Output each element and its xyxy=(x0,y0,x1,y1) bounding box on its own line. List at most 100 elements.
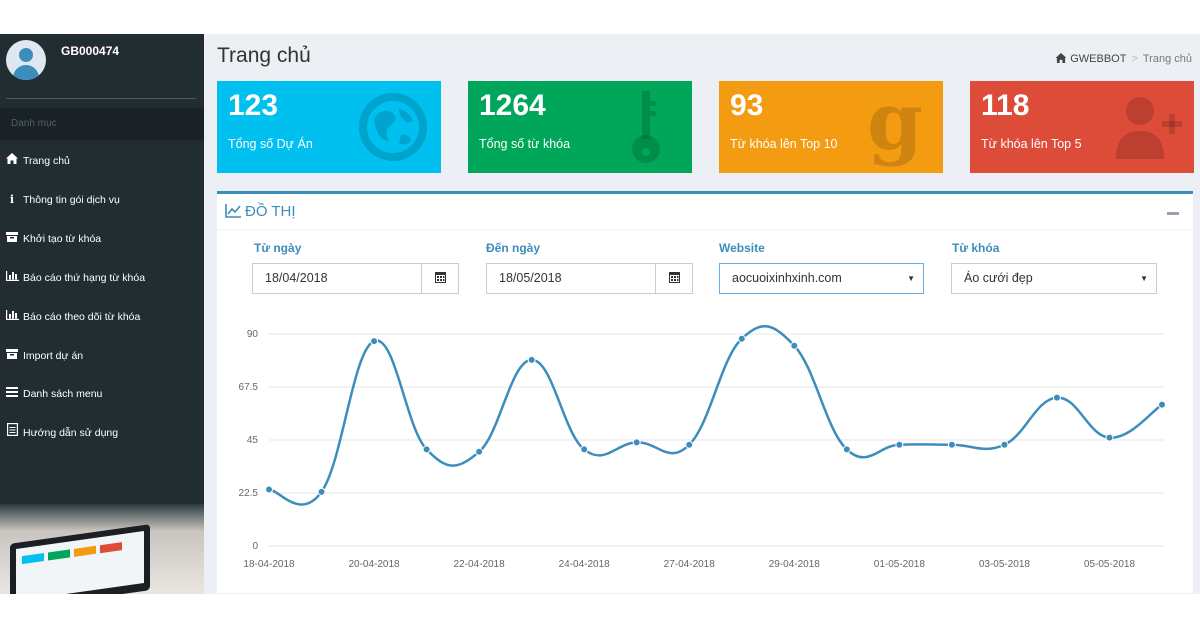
data-point xyxy=(527,355,536,364)
sidebar-item-label: Báo cáo thứ hạng từ khóa xyxy=(23,272,146,284)
user-panel: GB000474 xyxy=(0,34,204,98)
sidebar-item-import-project[interactable]: Import dự án xyxy=(0,343,204,369)
stat-value: 123 xyxy=(228,89,279,122)
keyword-select[interactable]: Áo cưới đẹp ▼ xyxy=(951,263,1157,294)
page-title: Trang chủ xyxy=(217,44,311,67)
sidebar-item-label: Khởi tạo từ khóa xyxy=(23,233,102,245)
data-point xyxy=(1000,440,1009,449)
line-chart: 0 22.5 45 67.5 90 18-04-2018 20-04-2018 22-04-2… xyxy=(239,324,1166,570)
stat-label: Tổng số từ khóa xyxy=(479,137,571,151)
to-date-value: 18/05/2018 xyxy=(499,271,562,285)
avatar[interactable] xyxy=(6,40,46,80)
to-date-label: Đến ngày xyxy=(486,241,541,255)
from-date-value: 18/04/2018 xyxy=(265,271,328,285)
data-point xyxy=(580,445,589,454)
website-select[interactable]: aocuoixinhxinh.com ▼ xyxy=(719,263,924,294)
series-line xyxy=(268,324,1163,506)
chart-box: ĐỒ THỊ Từ ngày 18/04/2018 Đến ngày 18/05… xyxy=(217,191,1193,593)
sidebar-item-label: Danh sách menu xyxy=(23,388,103,400)
stat-label: Tổng số Dự Án xyxy=(228,137,313,151)
x-tick-label: 20-04-2018 xyxy=(348,559,400,570)
sidebar-item-label: Báo cáo theo dõi từ khóa xyxy=(23,311,141,323)
sidebar-item-label: Hướng dẫn sử dụng xyxy=(23,427,119,439)
data-point xyxy=(317,487,326,496)
data-point xyxy=(1052,393,1061,402)
data-point xyxy=(632,438,641,447)
add-user-icon xyxy=(1116,97,1182,159)
sidebar: GB000474 Danh mục Trang chủ i Thông tin g… xyxy=(0,34,204,594)
sidebar-item-label: Import dự án xyxy=(23,350,84,362)
main-content: Trang chủ GWEBBOT > Trang chủ 123 Tổng số … xyxy=(204,34,1200,594)
stat-box-top10[interactable]: 93 Từ khóa lên Top 10 g xyxy=(719,81,943,173)
stat-label: Từ khóa lên Top 5 xyxy=(981,137,1082,151)
archive-icon xyxy=(5,343,19,369)
data-point xyxy=(422,445,431,454)
breadcrumb-home-link[interactable]: GWEBBOT xyxy=(1070,53,1126,65)
from-date-label: Từ ngày xyxy=(254,241,302,255)
x-tick-label: 24-04-2018 xyxy=(559,559,611,570)
website-value: aocuoixinhxinh.com xyxy=(732,271,842,285)
sidebar-item-label: Trang chủ xyxy=(23,155,70,167)
y-tick-label: 0 xyxy=(252,541,258,552)
sidebar-item-label: Thông tin gói dịch vụ xyxy=(23,194,120,206)
keyword-value: Áo cưới đẹp xyxy=(964,271,1033,285)
website-label: Website xyxy=(719,241,765,255)
stat-box-projects[interactable]: 123 Tổng số Dự Án xyxy=(217,81,441,173)
data-point xyxy=(475,447,484,456)
from-date-input[interactable]: 18/04/2018 xyxy=(252,263,459,294)
breadcrumb-current: Trang chủ xyxy=(1142,53,1192,65)
data-point xyxy=(947,440,956,449)
svg-text:g: g xyxy=(867,87,923,167)
sidebar-item-home[interactable]: Trang chủ xyxy=(0,148,204,174)
keyword-label: Từ khóa xyxy=(952,241,1000,255)
data-point xyxy=(842,445,851,454)
collapse-button[interactable] xyxy=(1167,212,1179,215)
data-point xyxy=(1105,433,1114,442)
line-chart-icon xyxy=(225,204,241,218)
username: GB000474 xyxy=(61,44,120,58)
divider xyxy=(6,98,196,99)
sidebar-item-create-keyword[interactable]: Khởi tạo từ khóa xyxy=(0,226,204,252)
data-point xyxy=(737,334,746,343)
data-point xyxy=(1158,400,1166,409)
x-tick-label: 01-05-2018 xyxy=(874,559,926,570)
y-tick-label: 45 xyxy=(247,435,259,446)
calendar-icon[interactable] xyxy=(421,264,458,293)
google-icon: g xyxy=(867,87,923,167)
stat-box-top5[interactable]: 118 Từ khóa lên Top 5 xyxy=(970,81,1194,173)
data-point xyxy=(685,440,694,449)
x-tick-label: 22-04-2018 xyxy=(454,559,506,570)
breadcrumb: GWEBBOT > Trang chủ xyxy=(1055,53,1192,65)
x-tick-label: 03-05-2018 xyxy=(979,559,1031,570)
dropdown-arrow-icon: ▼ xyxy=(1140,274,1148,283)
calendar-icon[interactable] xyxy=(655,264,692,293)
document-icon xyxy=(5,420,19,446)
stat-value: 118 xyxy=(981,89,1030,122)
sidebar-laptop-image xyxy=(0,504,204,594)
sidebar-item-guide[interactable]: Hướng dẫn sử dụng xyxy=(0,420,204,446)
y-tick-label: 67.5 xyxy=(239,382,259,393)
globe-icon xyxy=(359,93,427,161)
x-tick-label: 18-04-2018 xyxy=(243,559,295,570)
x-tick-label: 29-04-2018 xyxy=(769,559,821,570)
to-date-input[interactable]: 18/05/2018 xyxy=(486,263,693,294)
sidebar-item-rank-report[interactable]: Báo cáo thứ hạng từ khóa xyxy=(0,265,204,291)
sidebar-item-tracking-report[interactable]: Báo cáo theo dõi từ khóa xyxy=(0,304,204,330)
y-tick-label: 90 xyxy=(247,329,259,340)
data-point xyxy=(370,337,379,346)
sidebar-item-menu-list[interactable]: Danh sách menu xyxy=(0,381,204,407)
data-point xyxy=(895,440,904,449)
sidebar-item-service-info[interactable]: i Thông tin gói dịch vụ xyxy=(0,187,204,213)
info-icon: i xyxy=(9,193,15,206)
stat-value: 1264 xyxy=(479,89,546,122)
x-tick-label: 05-05-2018 xyxy=(1084,559,1136,570)
stat-box-keywords[interactable]: 1264 Tổng số từ khóa xyxy=(468,81,692,173)
bar-chart-icon xyxy=(5,304,19,330)
x-tick-label: 27-04-2018 xyxy=(664,559,716,570)
data-point xyxy=(265,485,273,494)
key-icon xyxy=(632,91,660,163)
bar-chart-icon xyxy=(5,265,19,291)
home-icon xyxy=(5,148,19,174)
y-tick-label: 22.5 xyxy=(239,488,259,499)
data-point xyxy=(790,341,799,350)
